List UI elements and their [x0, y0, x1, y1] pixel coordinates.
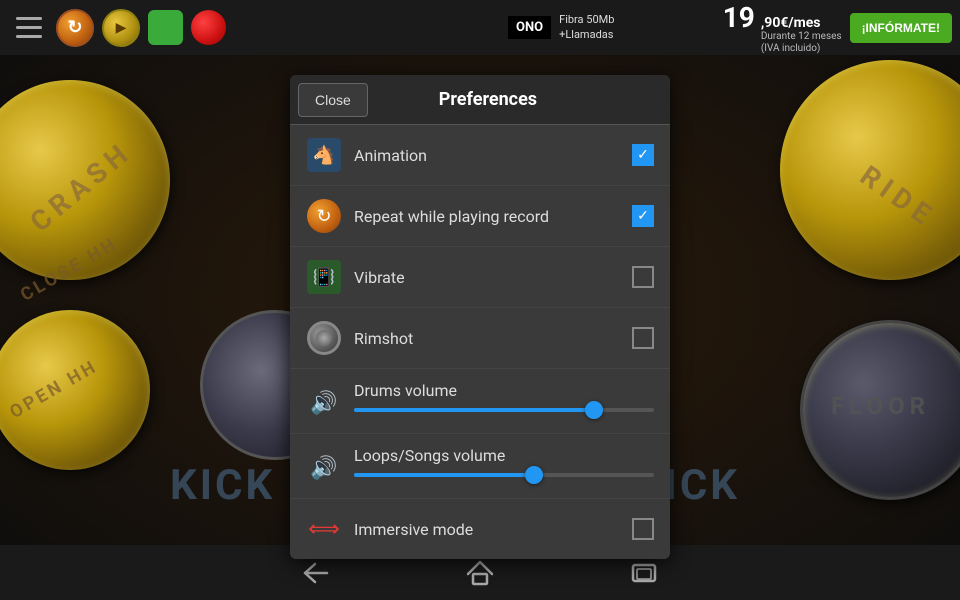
animation-icon: 🐴	[306, 137, 342, 173]
red-button[interactable]	[191, 10, 226, 45]
animation-label: Animation	[354, 146, 632, 165]
loops-volume-item[interactable]: 🔊 Loops/Songs volume	[290, 434, 670, 499]
sync-button[interactable]: ↻	[56, 9, 94, 47]
repeat-checkbox[interactable]: ✓	[632, 205, 654, 227]
rimshot-checkbox[interactable]	[632, 327, 654, 349]
recent-icon	[630, 561, 658, 585]
ad-line1: Fibra 50Mb	[559, 13, 719, 27]
animation-preference-item[interactable]: 🐴 Animation ✓	[290, 125, 670, 186]
close-button[interactable]: Close	[298, 83, 368, 117]
animation-checkbox[interactable]: ✓	[632, 144, 654, 166]
vibrate-checkbox[interactable]	[632, 266, 654, 288]
drums-volume-label: Drums volume	[354, 381, 654, 400]
preferences-title: Preferences	[376, 89, 670, 110]
loops-volume-track[interactable]	[354, 473, 654, 477]
menu-button[interactable]	[10, 9, 48, 47]
loops-volume-fill	[354, 473, 534, 477]
ad-text: Fibra 50Mb +Llamadas	[559, 13, 719, 42]
loops-volume-label: Loops/Songs volume	[354, 446, 654, 465]
drums-volume-container: Drums volume	[354, 381, 654, 412]
repeat-label: Repeat while playing record	[354, 207, 632, 226]
preferences-overlay: Close Preferences 🐴 Animation ✓ ↻ Repeat…	[0, 55, 960, 545]
repeat-preference-item[interactable]: ↻ Repeat while playing record ✓	[290, 186, 670, 247]
drums-volume-item[interactable]: 🔊 Drums volume	[290, 369, 670, 434]
ad-detail1: Durante 12 meses	[761, 31, 842, 43]
rimshot-preference-item[interactable]: Rimshot	[290, 308, 670, 369]
ad-detail2: (IVA incluido)	[761, 43, 821, 55]
record-button[interactable]: ▶	[102, 9, 140, 47]
back-icon	[301, 561, 331, 585]
rimshot-label: Rimshot	[354, 329, 632, 348]
preferences-dialog: Close Preferences 🐴 Animation ✓ ↻ Repeat…	[290, 75, 670, 559]
ad-button[interactable]: ¡INFÓRMATE!	[850, 13, 952, 43]
ad-decimal: ,90€/mes	[761, 15, 821, 31]
vibrate-preference-item[interactable]: 📳 Vibrate	[290, 247, 670, 308]
vibrate-icon: 📳	[306, 259, 342, 295]
immersive-label: Immersive mode	[354, 520, 632, 539]
immersive-checkbox[interactable]	[632, 518, 654, 540]
menu-icon	[16, 17, 42, 39]
home-icon	[466, 560, 494, 586]
loops-volume-container: Loops/Songs volume	[354, 446, 654, 477]
vibrate-label: Vibrate	[354, 268, 632, 287]
ad-banner: ONO Fibra 50Mb +Llamadas 19 ,90€/mes Dur…	[500, 0, 960, 55]
drums-volume-thumb[interactable]	[585, 401, 603, 419]
ad-brand: ONO	[508, 16, 551, 39]
repeat-icon: ↻	[306, 198, 342, 234]
ad-line2: +Llamadas	[559, 28, 719, 42]
immersive-preference-item[interactable]: ⟺ Immersive mode	[290, 499, 670, 559]
drums-volume-track[interactable]	[354, 408, 654, 412]
loops-volume-icon: 🔊	[306, 450, 342, 486]
drums-volume-icon: 🔊	[306, 385, 342, 421]
loops-volume-thumb[interactable]	[525, 466, 543, 484]
rimshot-icon	[306, 320, 342, 356]
immersive-icon: ⟺	[306, 511, 342, 547]
green-button[interactable]	[148, 10, 183, 45]
preferences-header: Close Preferences	[290, 75, 670, 125]
ad-price: 19	[723, 1, 755, 34]
drums-volume-fill	[354, 408, 594, 412]
